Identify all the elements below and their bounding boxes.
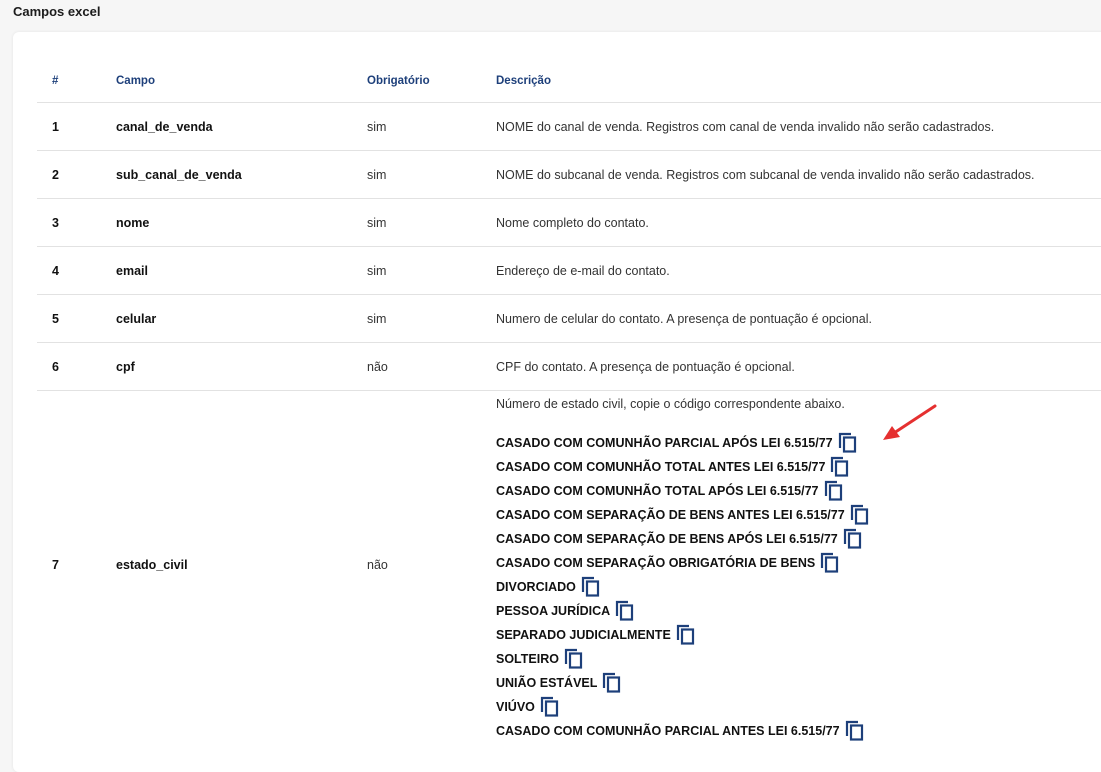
copy-icon[interactable] bbox=[844, 719, 866, 741]
cell-descricao: Endereço de e-mail do contato. bbox=[481, 246, 1101, 295]
estado-civil-options: CASADO COM COMUNHÃO PARCIAL APÓS LEI 6.5… bbox=[496, 426, 1101, 741]
estado-civil-option: PESSOA JURÍDICA bbox=[496, 594, 1101, 621]
cell-number: 3 bbox=[37, 198, 101, 247]
table-header-row: # Campo Obrigatório Descrição bbox=[37, 60, 1101, 103]
cell-obrigatorio: não bbox=[367, 557, 388, 572]
cell-obrigatorio: não bbox=[352, 342, 481, 391]
estado-civil-option: DIVORCIADO bbox=[496, 570, 1101, 597]
estado-civil-option: UNIÃO ESTÁVEL bbox=[496, 666, 1101, 693]
estado-civil-option: CASADO COM COMUNHÃO PARCIAL ANTES LEI 6.… bbox=[496, 714, 1101, 741]
estado-civil-option: SEPARADO JUDICIALMENTE bbox=[496, 618, 1101, 645]
estado-civil-option-label: PESSOA JURÍDICA bbox=[496, 604, 611, 618]
cell-obrigatorio: sim bbox=[352, 198, 481, 247]
estado-civil-option-label: CASADO COM COMUNHÃO TOTAL ANTES LEI 6.51… bbox=[496, 460, 826, 474]
header-descricao: Descrição bbox=[481, 60, 1101, 103]
cell-number: 6 bbox=[37, 342, 101, 391]
copy-icon[interactable] bbox=[675, 623, 697, 645]
cell-campo: estado_civil bbox=[116, 557, 188, 572]
estado-civil-option: CASADO COM COMUNHÃO PARCIAL APÓS LEI 6.5… bbox=[496, 426, 1101, 453]
estado-civil-option: SOLTEIRO bbox=[496, 642, 1101, 669]
cell-descricao: Numero de celular do contato. A presença… bbox=[481, 294, 1101, 343]
estado-civil-option-label: VIÚVO bbox=[496, 700, 535, 714]
cell-obrigatorio: sim bbox=[352, 294, 481, 343]
estado-civil-option: CASADO COM SEPARAÇÃO DE BENS APÓS LEI 6.… bbox=[496, 522, 1101, 549]
cell-number: 7 bbox=[52, 557, 59, 572]
copy-icon[interactable] bbox=[614, 599, 636, 621]
cell-obrigatorio: sim bbox=[352, 246, 481, 295]
table-row: 3 nome sim Nome completo do contato. bbox=[37, 198, 1101, 247]
cell-descricao: Número de estado civil, copie o código c… bbox=[481, 391, 1101, 741]
estado-civil-option: CASADO COM SEPARAÇÃO OBRIGATÓRIA DE BENS bbox=[496, 546, 1101, 573]
table-row: 2 sub_canal_de_venda sim NOME do subcanal d… bbox=[37, 150, 1101, 199]
copy-icon[interactable] bbox=[819, 551, 841, 573]
red-arrow-icon bbox=[883, 404, 937, 440]
cell-campo: celular bbox=[101, 294, 352, 343]
cell-descricao: NOME do subcanal de venda. Registros com… bbox=[481, 150, 1101, 199]
estado-civil-option-label: DIVORCIADO bbox=[496, 580, 576, 594]
page-title: Campos excel bbox=[13, 4, 101, 19]
copy-icon[interactable] bbox=[580, 575, 602, 597]
copy-icon[interactable] bbox=[837, 431, 859, 453]
estado-civil-option: VIÚVO bbox=[496, 690, 1101, 717]
estado-civil-option: CASADO COM COMUNHÃO TOTAL APÓS LEI 6.515… bbox=[496, 474, 1101, 501]
cell-descricao: NOME do canal de venda. Registros com ca… bbox=[481, 102, 1101, 151]
estado-civil-option: CASADO COM COMUNHÃO TOTAL ANTES LEI 6.51… bbox=[496, 450, 1101, 477]
cell-campo: canal_de_venda bbox=[101, 102, 352, 151]
cell-number: 2 bbox=[37, 150, 101, 199]
header-obrigatorio: Obrigatório bbox=[352, 60, 481, 103]
copy-icon[interactable] bbox=[823, 479, 845, 501]
table-row-estado-civil: 7 estado_civil não Número de estado civi… bbox=[37, 391, 1101, 741]
fields-table: # Campo Obrigatório Descrição 1 canal_de_… bbox=[37, 60, 1101, 741]
estado-civil-option-label: SEPARADO JUDICIALMENTE bbox=[496, 628, 671, 642]
estado-civil-option-label: CASADO COM COMUNHÃO TOTAL APÓS LEI 6.515… bbox=[496, 484, 819, 498]
table-row: 6 cpf não CPF do contato. A presença de pon… bbox=[37, 342, 1101, 391]
estado-civil-intro: Número de estado civil, copie o código c… bbox=[496, 397, 845, 411]
cell-descricao: Nome completo do contato. bbox=[481, 198, 1101, 247]
estado-civil-option-label: CASADO COM SEPARAÇÃO OBRIGATÓRIA DE BENS bbox=[496, 556, 816, 570]
cell-campo: cpf bbox=[101, 342, 352, 391]
cell-number: 4 bbox=[37, 246, 101, 295]
estado-civil-option-label: CASADO COM COMUNHÃO PARCIAL APÓS LEI 6.5… bbox=[496, 436, 833, 450]
estado-civil-option-label: CASADO COM SEPARAÇÃO DE BENS ANTES LEI 6… bbox=[496, 508, 845, 522]
cell-number: 1 bbox=[37, 102, 101, 151]
table-row: 1 canal_de_venda sim NOME do canal de venda… bbox=[37, 102, 1101, 151]
copy-icon[interactable] bbox=[829, 455, 851, 477]
cell-obrigatorio: sim bbox=[352, 102, 481, 151]
estado-civil-option-label: UNIÃO ESTÁVEL bbox=[496, 676, 598, 690]
table-row: 5 celular sim Numero de celular do contato.… bbox=[37, 294, 1101, 343]
copy-icon[interactable] bbox=[601, 671, 623, 693]
estado-civil-option: CASADO COM SEPARAÇÃO DE BENS ANTES LEI 6… bbox=[496, 498, 1101, 525]
cell-campo: email bbox=[101, 246, 352, 295]
cell-obrigatorio: sim bbox=[352, 150, 481, 199]
cell-number: 5 bbox=[37, 294, 101, 343]
copy-icon[interactable] bbox=[842, 527, 864, 549]
cell-campo: nome bbox=[101, 198, 352, 247]
copy-icon[interactable] bbox=[849, 503, 871, 525]
table-row: 4 email sim Endereço de e-mail do contato. bbox=[37, 246, 1101, 295]
estado-civil-option-label: SOLTEIRO bbox=[496, 652, 559, 666]
cell-descricao: CPF do contato. A presença de pontuação … bbox=[481, 342, 1101, 391]
header-campo: Campo bbox=[101, 60, 352, 103]
estado-civil-option-label: CASADO COM COMUNHÃO PARCIAL ANTES LEI 6.… bbox=[496, 724, 840, 738]
header-number: # bbox=[37, 60, 101, 103]
copy-icon[interactable] bbox=[563, 647, 585, 669]
cell-campo: sub_canal_de_venda bbox=[101, 150, 352, 199]
estado-civil-option-label: CASADO COM SEPARAÇÃO DE BENS APÓS LEI 6.… bbox=[496, 532, 838, 546]
copy-icon[interactable] bbox=[539, 695, 561, 717]
